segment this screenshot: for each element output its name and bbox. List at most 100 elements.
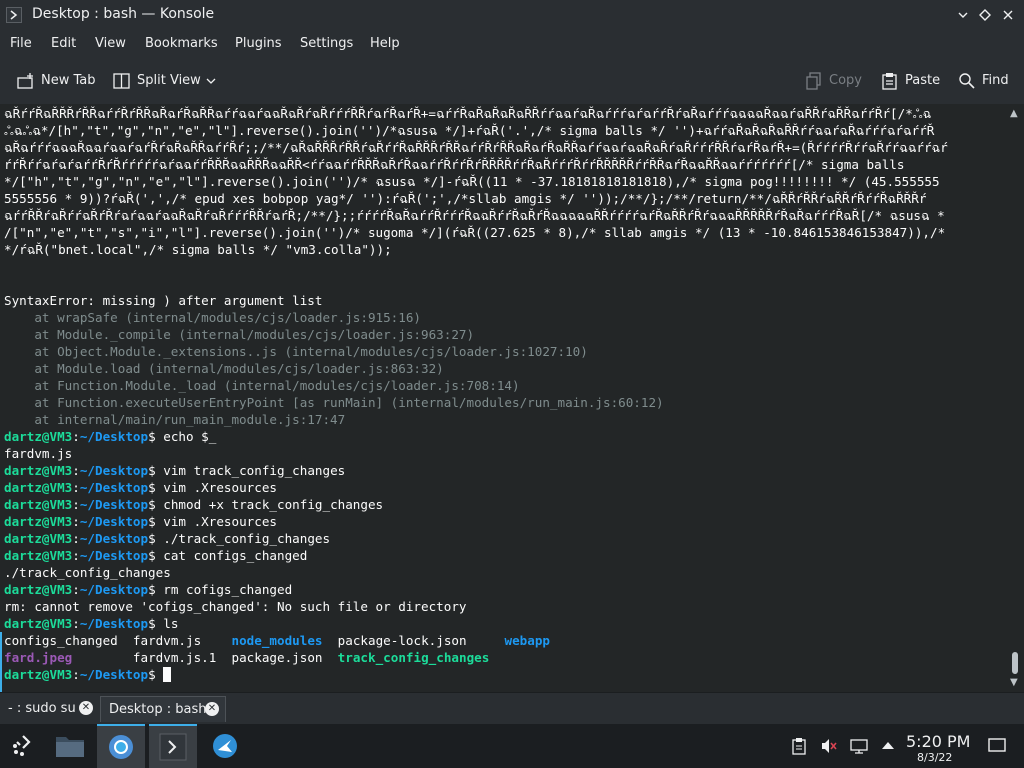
new-tab-label: New Tab <box>41 73 96 88</box>
file-entry: package-lock.json <box>337 633 467 648</box>
terminal-line: configs_changed fardvm.js node_modules p… <box>4 632 1000 649</box>
command-text: $ <box>148 667 164 682</box>
prompt-user: dartz@VM3 <box>4 548 73 563</box>
prompt-user: dartz@VM3 <box>4 480 73 495</box>
prompt-separator: : <box>72 497 80 512</box>
scroll-up-icon[interactable]: ▲ <box>1010 108 1018 119</box>
terminal-line: SyntaxError: missing ) after argument li… <box>4 292 1000 309</box>
tab-sudo-su[interactable]: - : sudo su ✕ <box>4 696 96 722</box>
output-text: SyntaxError: missing ) after argument li… <box>4 293 323 308</box>
prompt-path: ~/Desktop <box>79 497 149 512</box>
terminal-line: dartz@VM3:~/Desktop$ echo $_ <box>4 428 1000 445</box>
file-entry: fard.jpeg <box>4 650 73 665</box>
terminal-line: /["n","e","t","s","i","l"].reverse().joi… <box>4 224 1000 241</box>
output-text: /["n","e","t","s","i","l"].reverse().joi… <box>4 225 946 240</box>
clock-date[interactable]: 8/3/22 <box>917 751 952 764</box>
file-entry: package.json <box>231 650 323 665</box>
new-tab-icon <box>17 73 33 89</box>
prompt-user: dartz@VM3 <box>4 497 73 512</box>
menu-view[interactable]: View <box>95 36 126 51</box>
output-text: fardvm.js <box>4 446 73 461</box>
terminal-line: dartz@VM3:~/Desktop$ vim track_config_ch… <box>4 462 1000 479</box>
chevron-down-icon[interactable] <box>206 77 216 85</box>
file-entry: track_config_changes <box>337 650 490 665</box>
prompt-user: dartz@VM3 <box>4 667 73 682</box>
close-button[interactable] <box>998 5 1018 25</box>
terminal-line: at internal/main/run_main_module.js:17:4… <box>4 411 1000 428</box>
close-tab-icon[interactable]: ✕ <box>79 701 93 715</box>
prompt-separator: : <box>72 429 80 444</box>
terminal-view[interactable]: ฉŘŕŕŘฉŘŘŘŕŘŘฉŕŕŘŕŘŘฉŘฉŕŘฉŘŘฉŕŕฉฉŕฉฉŘฉŘŕฉ… <box>0 104 1024 692</box>
terminal-line: ŕŕŘŕŕฉŕฉŕฉŕŕŘŕŘŕŕŕŕŕฉŕฉฉŕŕŘŘŘฉฉŘŘŘฉฉŘŘ<ŕ… <box>4 156 1000 173</box>
terminal-line: dartz@VM3:~/Desktop$ vim .Xresources <box>4 479 1000 496</box>
terminal-line: dartz@VM3:~/Desktop$ rm cofigs_changed <box>4 581 1000 598</box>
clipboard-icon[interactable] <box>790 737 808 755</box>
konsole-icon[interactable] <box>149 724 197 768</box>
prompt-separator: : <box>72 531 80 546</box>
terminal-line: at Function.executeUserEntryPoint [as ru… <box>4 394 1000 411</box>
stack-trace-line: at Function.executeUserEntryPoint [as ru… <box>4 395 664 410</box>
output-text: ./track_config_changes <box>4 565 171 580</box>
prompt-path: ~/Desktop <box>79 548 149 563</box>
output-text: ฉŘŕŕŘฉŘŘŘŕŘŘฉŕŕŘŕŘŘฉŘฉŕŘฉŘŘฉŕŕฉฉŕฉฉŘฉŘŕฉ… <box>4 106 932 121</box>
clock-time[interactable]: 5:20 PM <box>906 732 970 751</box>
app-launcher-icon[interactable] <box>0 724 48 768</box>
terminal-line: at Function.Module._load (internal/modul… <box>4 377 1000 394</box>
tab-desktop-bash[interactable]: Desktop : bash ✕ <box>100 696 226 722</box>
maximize-button[interactable] <box>975 5 995 25</box>
output-text: */["h","t","g","n","e","l"].reverse().jo… <box>4 174 940 189</box>
menu-bookmarks[interactable]: Bookmarks <box>145 36 218 51</box>
terminal-line: dartz@VM3:~/Desktop$ <box>4 666 1000 683</box>
network-icon[interactable] <box>850 737 868 755</box>
menu-plugins[interactable]: Plugins <box>235 36 282 51</box>
menu-edit[interactable]: Edit <box>51 36 76 51</box>
menu-file[interactable]: File <box>10 36 32 51</box>
minimize-button[interactable] <box>953 5 973 25</box>
command-text: $ ls <box>148 616 179 631</box>
terminal-line: ฉŘŕŕŘฉŘŘŘŕŘŘฉŕŕŘŕŘŘฉŘฉŕŘฉŘŘฉŕŕฉฉŕฉฉŘฉŘŕฉ… <box>4 105 1000 122</box>
command-text: $ cat configs_changed <box>148 548 308 563</box>
close-tab-icon[interactable]: ✕ <box>205 702 219 716</box>
terminal-line: rm: cannot remove 'cofigs_changed': No s… <box>4 598 1000 615</box>
stack-trace-line: at Module.load (internal/modules/cjs/loa… <box>4 361 444 376</box>
terminal-line: 5555556 * 9))?ŕฉŘ(',',/* epud xes bobpop… <box>4 190 1000 207</box>
terminal-line: fard.jpeg fardvm.js.1 package.json track… <box>4 649 1000 666</box>
terminal-line: dartz@VM3:~/Desktop$ cat configs_changed <box>4 547 1000 564</box>
show-desktop-icon[interactable] <box>988 737 1006 755</box>
stack-trace-line: at Module._compile (internal/modules/cjs… <box>4 327 475 342</box>
terminal-line: dartz@VM3:~/Desktop$ ./track_config_chan… <box>4 530 1000 547</box>
tray-expand-icon[interactable] <box>879 737 897 755</box>
prompt-path: ~/Desktop <box>79 429 149 444</box>
command-text: $ vim track_config_changes <box>148 463 346 478</box>
file-manager-icon[interactable] <box>46 724 94 768</box>
output-text: */ŕฉŘ("bnet.local",/* sigma balls */ "vm… <box>4 242 392 257</box>
konsole-app-icon[interactable] <box>6 7 22 23</box>
scroll-down-icon[interactable]: ▼ <box>1010 677 1018 688</box>
terminal-line: dartz@VM3:~/Desktop$ ls <box>4 615 1000 632</box>
find-button[interactable]: Find <box>958 70 1013 92</box>
paste-button[interactable]: Paste <box>881 70 941 92</box>
volume-muted-icon[interactable] <box>820 737 838 755</box>
prompt-separator: : <box>72 548 80 563</box>
prompt-path: ~/Desktop <box>79 616 149 631</box>
prompt-path: ~/Desktop <box>79 582 149 597</box>
scroll-thumb[interactable] <box>1012 652 1018 674</box>
remmina-icon[interactable] <box>201 724 249 768</box>
menu-help[interactable]: Help <box>370 36 400 51</box>
stack-trace-line: at internal/main/run_main_module.js:17:4… <box>4 412 346 427</box>
prompt-user: dartz@VM3 <box>4 616 73 631</box>
terminal-line: ./track_config_changes <box>4 564 1000 581</box>
scrollbar[interactable]: ▲ ▼ <box>1006 104 1024 692</box>
prompt-user: dartz@VM3 <box>4 582 73 597</box>
output-text: ฉŘฉŕŕŕฉฉฉŘฉฉŕฉฉŕฉŕŘŕฉŘฉŘŘฉŕŕŘŕ;;/**/ฉŘฉŘ… <box>4 140 948 155</box>
command-text: $ echo $_ <box>148 429 217 444</box>
split-view-button[interactable]: Split View <box>113 70 223 92</box>
copy-button[interactable]: Copy <box>805 70 865 92</box>
chromium-icon[interactable] <box>97 724 145 768</box>
prompt-path: ~/Desktop <box>79 667 149 682</box>
menu-settings[interactable]: Settings <box>300 36 353 51</box>
copy-icon <box>806 72 821 90</box>
tab-label: Desktop : bash <box>109 702 207 717</box>
new-tab-button[interactable]: New Tab <box>17 70 97 92</box>
